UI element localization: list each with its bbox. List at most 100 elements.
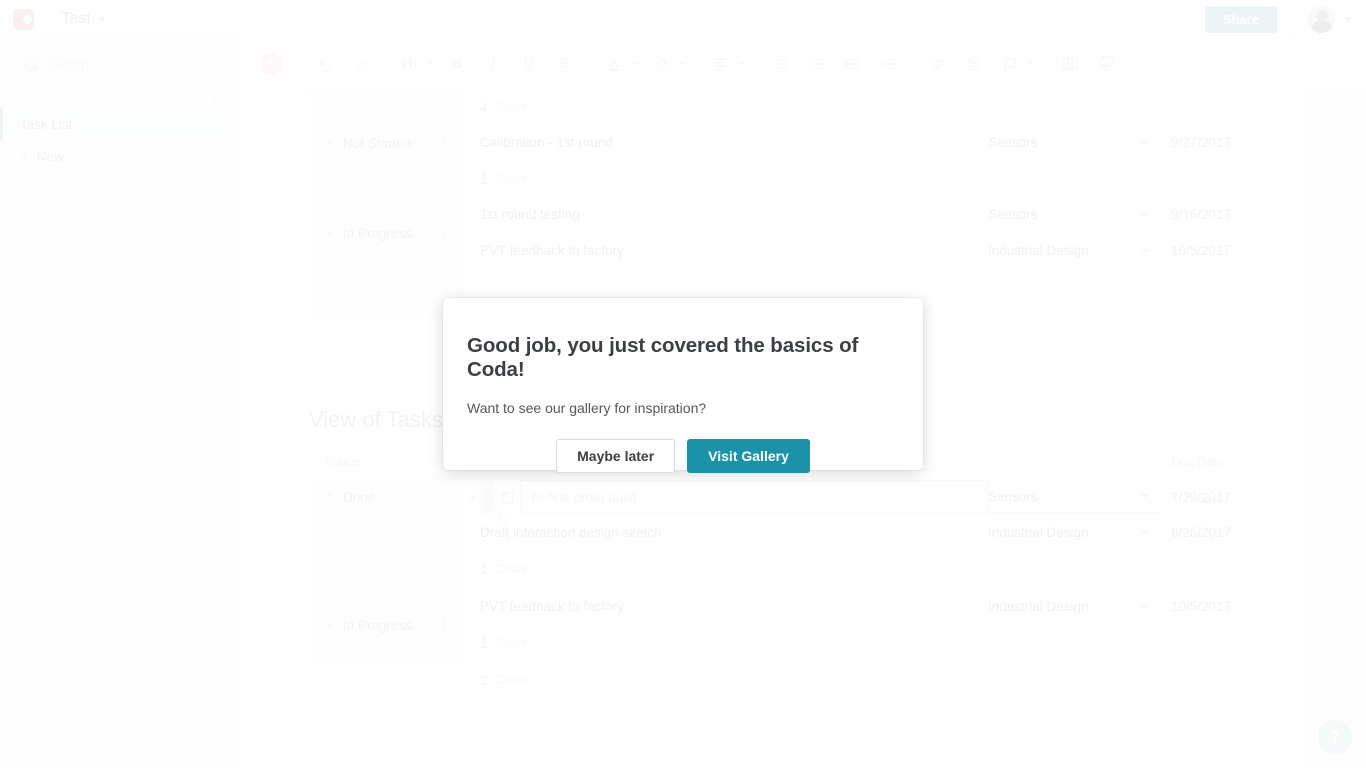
- redo-icon[interactable]: [348, 51, 374, 77]
- account-menu[interactable]: [1295, 0, 1366, 39]
- chevron-down-icon: [98, 16, 107, 22]
- cell-task-name[interactable]: PVT feedback to factory: [464, 599, 988, 614]
- visit-gallery-button[interactable]: Visit Gallery: [687, 439, 810, 473]
- cell-category[interactable]: Industrial Design: [988, 525, 1163, 540]
- chevron-down-icon[interactable]: [325, 141, 333, 145]
- table-row[interactable]: PVT feedback to factory Industrial Desig…: [464, 589, 1308, 625]
- group-cell-empty: [309, 89, 464, 125]
- bold-button[interactable]: B: [444, 51, 470, 77]
- row-drag-handle-icon[interactable]: [481, 480, 494, 514]
- group-row-done: Done ▼ + Refine proto build Sensors 7/29…: [309, 479, 1308, 589]
- gallery-prompt-dialog: Good job, you just covered the basics of…: [443, 298, 923, 473]
- chevron-down-icon[interactable]: [325, 231, 333, 235]
- table-row[interactable]: 1st round testing Sensors 9/16/2017: [464, 197, 1308, 233]
- avatar: [1308, 5, 1335, 33]
- group-cell-empty: [309, 662, 464, 698]
- underline-button[interactable]: U: [516, 51, 542, 77]
- undo-icon[interactable]: [312, 51, 338, 77]
- link-icon[interactable]: [925, 51, 951, 77]
- cell-category[interactable]: Industrial Design: [988, 243, 1163, 258]
- cell-due-date[interactable]: 7/29/2017: [1163, 490, 1308, 505]
- logo-container[interactable]: [0, 0, 47, 39]
- cell-category[interactable]: Industrial Design: [988, 599, 1163, 614]
- cell-category[interactable]: Sensors: [988, 135, 1163, 150]
- outdent-icon[interactable]: [840, 51, 866, 77]
- share-button[interactable]: Share: [1204, 5, 1277, 33]
- add-row-inline-icon[interactable]: +: [492, 509, 508, 525]
- group-header-in-progress[interactable]: In Progress 2: [309, 197, 464, 269]
- column-header-status[interactable]: Status: [309, 455, 464, 469]
- group-label: Not Started: [343, 135, 412, 151]
- group-body: PVT feedback to factory Industrial Desig…: [464, 589, 1308, 661]
- chevron-down-icon[interactable]: [1141, 604, 1149, 609]
- search-input[interactable]: Search: [16, 51, 221, 79]
- cell-due-date[interactable]: 8/25/2017: [1163, 525, 1308, 540]
- chevron-down-icon[interactable]: [1141, 248, 1149, 253]
- cell-category[interactable]: Sensors: [988, 207, 1163, 222]
- columns-icon[interactable]: [1057, 51, 1083, 77]
- align-button[interactable]: [708, 51, 734, 77]
- cell-category[interactable]: Sensors: [988, 480, 1163, 514]
- chevron-down-icon[interactable]: [325, 494, 333, 498]
- cell-task-name-editing[interactable]: Refine proto build: [520, 480, 988, 514]
- group-header-not-started[interactable]: Not Started 1: [309, 125, 464, 161]
- indent-icon[interactable]: [876, 51, 902, 77]
- presentation-icon[interactable]: [1093, 51, 1119, 77]
- cell-due-date[interactable]: 9/16/2017: [1163, 207, 1308, 222]
- right-panel-collapse[interactable]: «: [1308, 89, 1366, 768]
- table-footer-divider: 2 Count: [309, 661, 1308, 699]
- insert-block-button[interactable]: +: [260, 52, 282, 75]
- chevron-down-icon[interactable]: [1141, 212, 1149, 217]
- numbered-list-icon[interactable]: 12: [804, 51, 830, 77]
- cell-task-name[interactable]: Calibration - 1st round: [464, 135, 988, 150]
- cell-due-date[interactable]: 10/5/2017: [1163, 243, 1308, 258]
- chevron-down-icon[interactable]: [1141, 140, 1149, 145]
- chevron-down-icon[interactable]: [678, 61, 686, 66]
- cell-task-name[interactable]: Draft interaction design sketch: [464, 525, 988, 540]
- table-row[interactable]: PVT feedback to factory Industrial Desig…: [464, 233, 1308, 269]
- chevron-down-icon[interactable]: [1027, 61, 1035, 66]
- cell-category-value: Sensors: [988, 488, 1038, 504]
- table-row[interactable]: Calibration - 1st round Sensors 9/27/201…: [464, 125, 1308, 161]
- app-root: Test Share Search « Task List + New + H …: [0, 0, 1366, 768]
- collapse-right-panel-icon[interactable]: «: [1333, 98, 1341, 768]
- chevron-down-icon[interactable]: [1141, 494, 1149, 498]
- cell-category-value: Sensors: [988, 207, 1038, 222]
- bulleted-list-icon[interactable]: [768, 51, 794, 77]
- bottom-table: Status Due Date + Done: [309, 445, 1308, 699]
- heading-button[interactable]: H1: [397, 51, 423, 77]
- text-color-button[interactable]: A: [601, 51, 627, 77]
- column-header-due-date[interactable]: Due Date: [1163, 455, 1308, 469]
- highlight-color-button[interactable]: [648, 51, 674, 77]
- emoji-icon[interactable]: [961, 51, 987, 77]
- chevron-down-icon[interactable]: [631, 61, 639, 66]
- document-title-menu[interactable]: Test: [61, 10, 107, 28]
- maybe-later-button[interactable]: Maybe later: [556, 439, 676, 473]
- chevron-down-icon[interactable]: [325, 623, 333, 627]
- italic-button[interactable]: I: [480, 51, 506, 77]
- expand-row-icon[interactable]: [494, 490, 520, 505]
- group-header-done[interactable]: Done: [309, 479, 464, 589]
- top-bar-right: Share: [1204, 0, 1366, 39]
- collapse-sidebar-icon[interactable]: «: [211, 93, 219, 108]
- cell-task-name[interactable]: 1st round testing: [464, 207, 988, 222]
- cell-due-date[interactable]: 10/5/2017: [1163, 599, 1308, 614]
- table-row[interactable]: Draft interaction design sketch Industri…: [464, 515, 1308, 551]
- chevron-down-icon[interactable]: [1141, 530, 1149, 535]
- comment-icon[interactable]: [997, 51, 1023, 77]
- table-row-selected[interactable]: ▼ + Refine proto build Sensors 7/29/2017: [464, 479, 1308, 525]
- count-value: 1: [480, 561, 488, 577]
- filter-icon[interactable]: ▼: [464, 490, 481, 505]
- cell-due-date[interactable]: 9/27/2017: [1163, 135, 1308, 150]
- group-header-in-progress[interactable]: In Progress 1: [309, 589, 464, 661]
- chevron-down-icon[interactable]: [427, 61, 435, 66]
- cell-task-name[interactable]: PVT feedback to factory: [464, 243, 988, 258]
- strikethrough-button[interactable]: S: [552, 51, 578, 77]
- help-button[interactable]: ?: [1318, 720, 1352, 754]
- chevron-down-icon[interactable]: [738, 61, 746, 66]
- group-body: Calibration - 1st round Sensors 9/27/201…: [464, 125, 1308, 161]
- sidebar-item-task-list[interactable]: Task List: [0, 108, 237, 140]
- group-count: 2: [441, 226, 448, 240]
- group-row-in-progress: In Progress 1 PVT feedback to factory In…: [309, 589, 1308, 661]
- sidebar-item-new[interactable]: + New: [0, 140, 237, 172]
